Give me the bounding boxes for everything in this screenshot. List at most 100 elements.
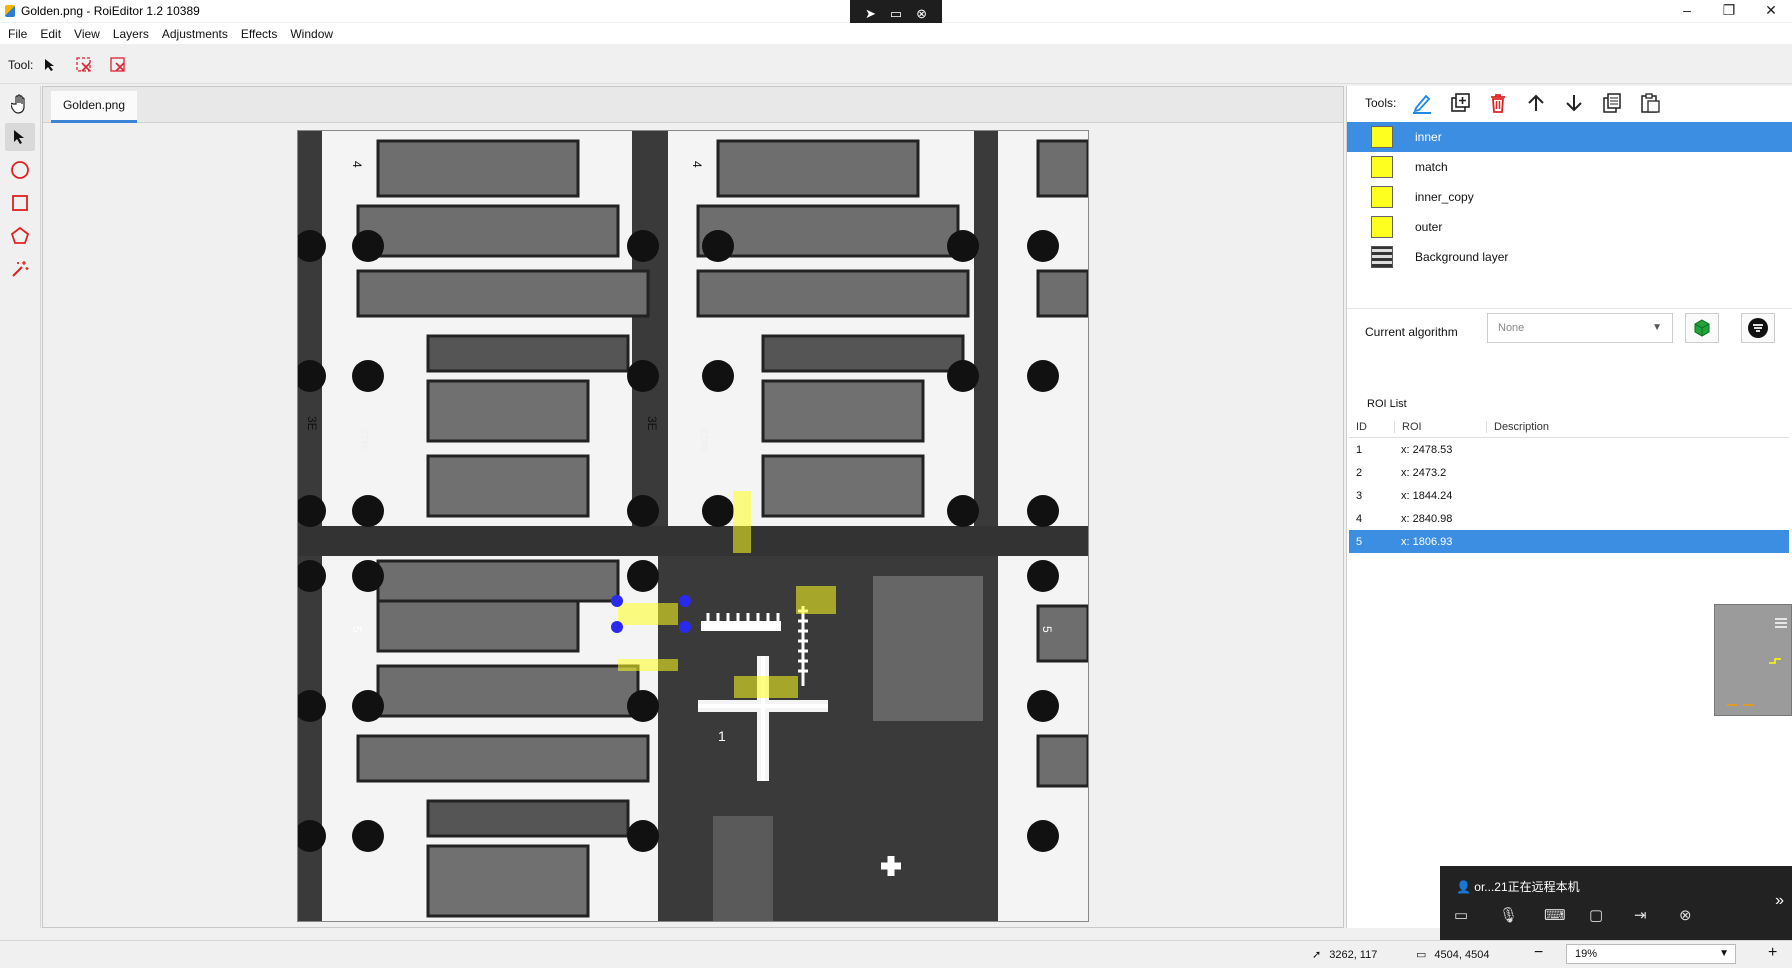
remote-session-label: or...21正在远程本机: [1474, 880, 1580, 894]
move-up-arrow-icon[interactable]: [1524, 91, 1548, 115]
roi-id: 2: [1356, 466, 1363, 479]
window-controls: – ❐ ✕: [1666, 0, 1792, 22]
wafer-image: 4 4 3E 3E 0423 0423 5 5 1: [298, 131, 1088, 921]
layer-item-inner-copy[interactable]: inner_copy: [1347, 182, 1792, 212]
ellipse-tool-icon[interactable]: [5, 156, 35, 184]
algorithm-selected-value: None: [1498, 322, 1525, 334]
layer-color-swatch[interactable]: [1371, 126, 1393, 148]
layer-color-swatch[interactable]: [1371, 216, 1393, 238]
select-arrow-icon[interactable]: [5, 123, 35, 151]
collapse-chevron-icon[interactable]: »: [1775, 892, 1784, 910]
algorithm-label: Current algorithm: [1365, 325, 1458, 339]
close-icon[interactable]: ⊗: [916, 6, 927, 22]
window-title: Golden.png - RoiEditor 1.2 10389: [21, 4, 200, 18]
tool-label: Tool:: [8, 57, 34, 72]
remove-roi-icon[interactable]: [73, 54, 95, 76]
die-label: 0423: [360, 428, 371, 451]
zoom-select[interactable]: 19% ▼: [1566, 944, 1736, 964]
copy-icon[interactable]: [1600, 91, 1624, 115]
menu-effects[interactable]: Effects: [241, 27, 277, 41]
roi-value: x: 2840.98: [1401, 512, 1453, 525]
right-panel: Tools: inner match inner_copy outer Back…: [1346, 86, 1792, 928]
status-bar: ➚ 3262, 117 ▭ 4504, 4504 − 19% ▼ +: [0, 940, 1792, 968]
layer-item-inner[interactable]: inner: [1347, 122, 1792, 152]
monitor-graph: [1727, 618, 1787, 706]
algorithm-cube-button[interactable]: [1685, 313, 1719, 343]
image-size: ▭ 4504, 4504: [1416, 948, 1490, 962]
floating-monitor-widget[interactable]: [1714, 604, 1792, 716]
layer-name: outer: [1415, 220, 1443, 234]
keyboard-icon[interactable]: ⌨: [1544, 906, 1589, 924]
zoom-value: 19%: [1575, 948, 1598, 960]
roi-id: 5: [1356, 535, 1363, 548]
algorithm-select[interactable]: None ▼: [1487, 313, 1673, 343]
transfer-icon[interactable]: ⇥: [1634, 906, 1679, 924]
document-tab-strip: Golden.png: [43, 87, 1343, 123]
die-label: 3E: [645, 416, 659, 431]
pointer-icon[interactable]: ➤: [865, 6, 876, 22]
chevron-down-icon: ▼: [1719, 948, 1729, 959]
edit-pencil-icon[interactable]: [1410, 91, 1434, 115]
roi-value: x: 2473.2: [1401, 466, 1447, 479]
document-area: Golden.png 4 4 3E 3E 0423 0423 5 5 1: [42, 86, 1344, 928]
user-icon: 👤: [1456, 880, 1471, 894]
cursor-coordinates: 3262, 117: [1329, 948, 1378, 961]
add-layer-icon[interactable]: [1448, 91, 1472, 115]
menu-view[interactable]: View: [74, 27, 100, 41]
delete-trash-icon[interactable]: [1486, 91, 1510, 115]
polygon-tool-icon[interactable]: [5, 222, 35, 250]
menu-window[interactable]: Window: [290, 27, 333, 41]
table-row[interactable]: 4 x: 2840.98: [1349, 507, 1789, 530]
keyboard-icon[interactable]: ▭: [890, 6, 902, 22]
remote-session-text: 👤 or...21正在远程本机: [1456, 878, 1580, 895]
layer-color-swatch[interactable]: [1371, 156, 1393, 178]
menu-edit[interactable]: Edit: [40, 27, 61, 41]
layer-item-outer[interactable]: outer: [1347, 212, 1792, 242]
microphone-icon[interactable]: 🎙: [1499, 906, 1544, 924]
hand-pan-icon[interactable]: [5, 90, 35, 118]
document-tab[interactable]: Golden.png: [51, 91, 137, 123]
table-row[interactable]: 3 x: 1844.24: [1349, 484, 1789, 507]
zoom-out-button[interactable]: −: [1534, 944, 1543, 962]
minimize-button[interactable]: –: [1666, 0, 1708, 22]
die-label: 1: [718, 728, 726, 744]
layer-item-background[interactable]: Background layer: [1347, 242, 1792, 272]
algorithm-section: Current algorithm None ▼: [1347, 308, 1792, 392]
maximize-button[interactable]: ❐: [1708, 0, 1750, 22]
layer-color-swatch[interactable]: [1371, 186, 1393, 208]
clear-roi-icon[interactable]: [107, 54, 129, 76]
cursor-icon: ➚: [1312, 949, 1322, 961]
arrow-pointer-icon[interactable]: [39, 54, 61, 76]
image-dimensions: 4504, 4504: [1434, 948, 1490, 961]
app-icon: [5, 5, 15, 17]
image-canvas[interactable]: 4 4 3E 3E 0423 0423 5 5 1: [297, 130, 1089, 922]
zoom-in-button[interactable]: +: [1768, 944, 1777, 962]
table-row[interactable]: 5 x: 1806.93: [1349, 530, 1789, 553]
die-label: 5: [1040, 626, 1054, 633]
column-header-description[interactable]: Description: [1486, 420, 1789, 433]
layer-name: inner: [1415, 130, 1442, 144]
layer-tools: Tools:: [1347, 86, 1792, 120]
menu-file[interactable]: File: [8, 27, 27, 41]
die-label: 5: [350, 626, 364, 633]
algorithm-settings-button[interactable]: [1741, 313, 1775, 343]
die-label: 3E: [305, 416, 319, 431]
die-label: 0423: [700, 428, 711, 451]
column-header-roi[interactable]: ROI: [1394, 420, 1486, 433]
roi-value: x: 1844.24: [1401, 489, 1453, 502]
layer-item-match[interactable]: match: [1347, 152, 1792, 182]
table-row[interactable]: 2 x: 2473.2: [1349, 461, 1789, 484]
text-icon[interactable]: ▢: [1589, 906, 1634, 924]
disconnect-icon[interactable]: ⊗: [1679, 906, 1724, 924]
menu-layers[interactable]: Layers: [113, 27, 149, 41]
column-header-id[interactable]: ID: [1349, 421, 1394, 433]
close-button[interactable]: ✕: [1750, 0, 1792, 22]
table-row[interactable]: 1 x: 2478.53: [1349, 438, 1789, 461]
move-down-arrow-icon[interactable]: [1562, 91, 1586, 115]
magic-wand-icon[interactable]: [5, 255, 35, 283]
paste-icon[interactable]: [1638, 91, 1662, 115]
chat-icon[interactable]: ▭: [1454, 906, 1499, 924]
layer-list: inner match inner_copy outer Background …: [1347, 122, 1792, 272]
rectangle-tool-icon[interactable]: [5, 189, 35, 217]
menu-adjustments[interactable]: Adjustments: [162, 27, 228, 41]
